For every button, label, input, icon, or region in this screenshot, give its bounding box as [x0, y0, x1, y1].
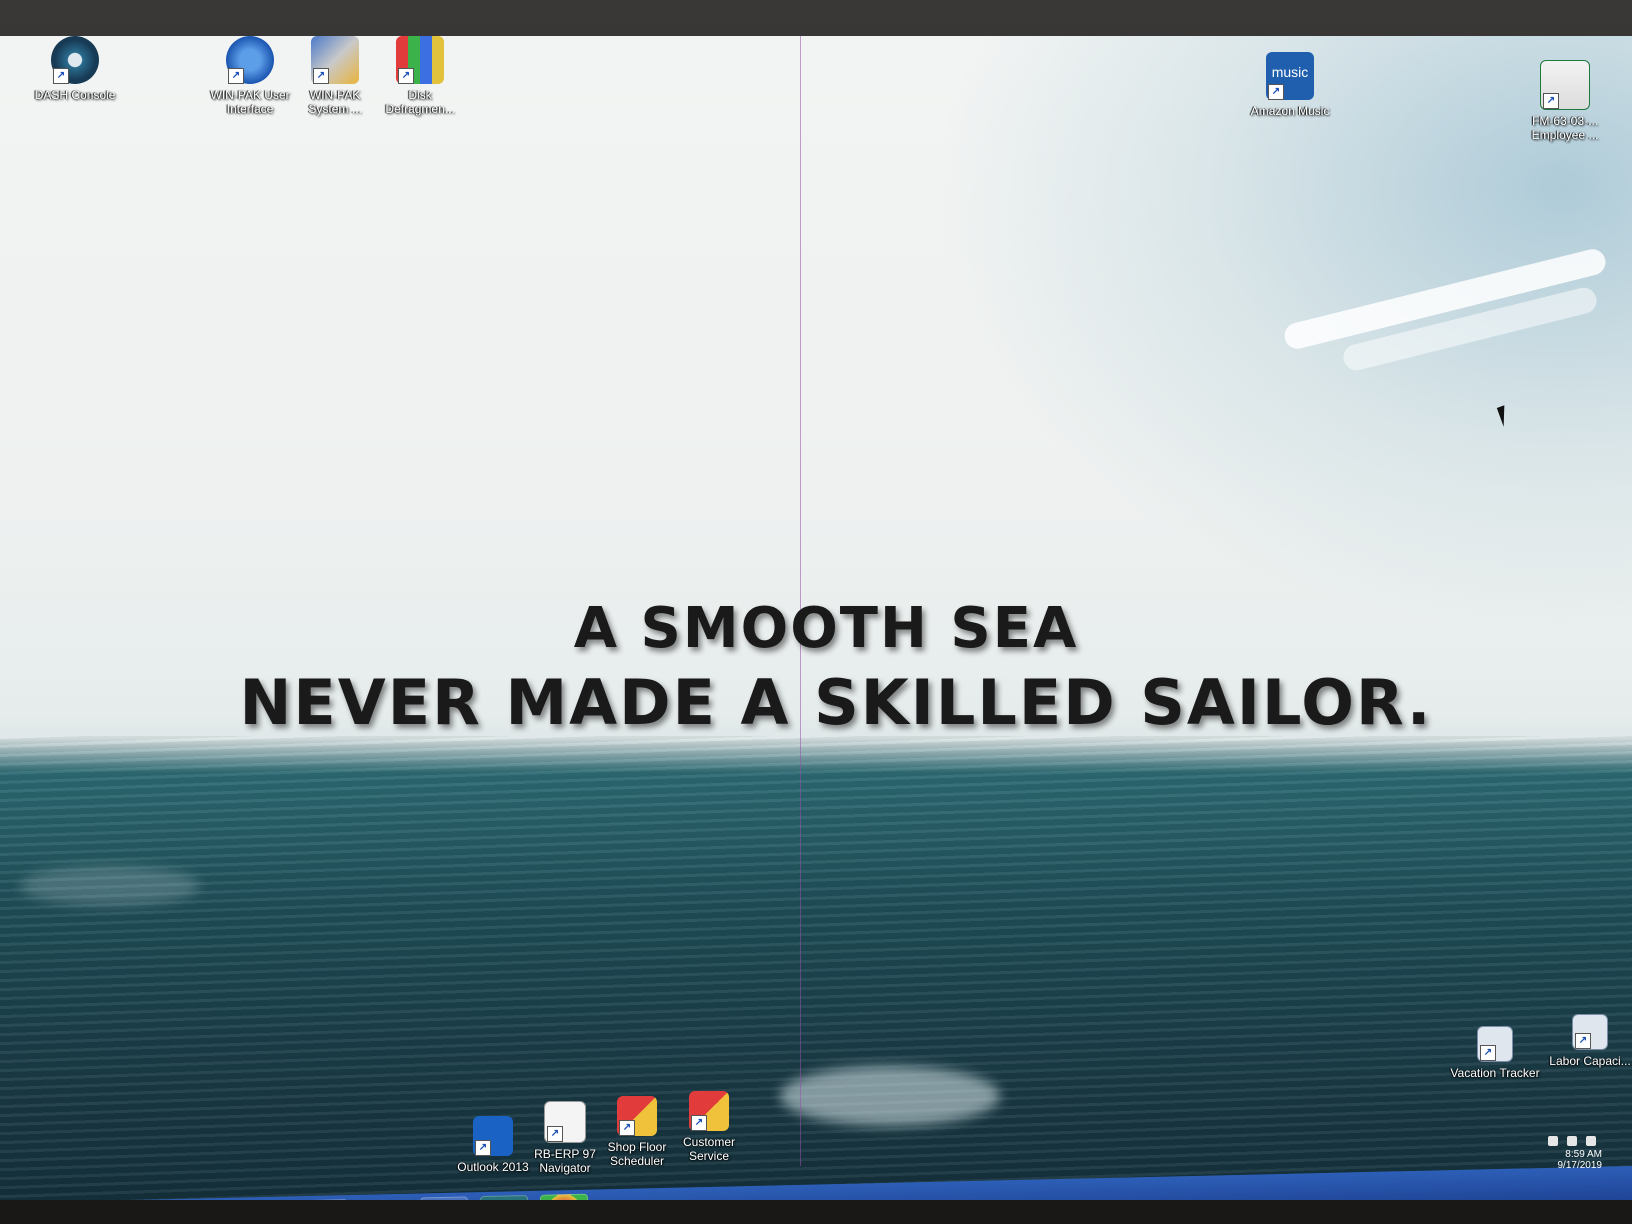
winpak-system-icon: ↗	[311, 36, 359, 84]
desktop-icon-winpak-ui[interactable]: ↗ WIN-PAK User Interface	[205, 36, 295, 116]
flag-icon[interactable]	[1567, 1136, 1578, 1146]
icon-label: Labor Capaci...	[1549, 1054, 1631, 1068]
shortcut-arrow-icon: ↗	[1480, 1045, 1496, 1061]
winpak-ui-icon: ↗	[226, 36, 274, 84]
icon-label: WIN-PAK System ...	[308, 88, 362, 116]
shortcut-arrow-icon: ↗	[53, 68, 69, 84]
clock-time[interactable]: 8:59 AM	[1548, 1149, 1602, 1160]
disk-defrag-icon: ↗	[396, 36, 444, 84]
dash-console-icon: ↗	[51, 36, 99, 84]
tray-icons	[1548, 1136, 1602, 1149]
monitor-bottom-bezel	[0, 1200, 1632, 1224]
foam	[780, 1066, 1000, 1126]
labor-capacity-icon: ↗	[1572, 1014, 1608, 1050]
icon-label: Vacation Tracker	[1450, 1066, 1540, 1080]
desktop-icon-vacation-tracker[interactable]: ↗ Vacation Tracker	[1450, 1026, 1540, 1080]
system-tray: 8:59 AM 9/17/2019	[1548, 1136, 1602, 1171]
amazon-music-badge: music	[1271, 64, 1309, 80]
icon-label: Amazon Music	[1250, 104, 1330, 118]
desktop-icon-dash-console[interactable]: ↗ DASH Console	[30, 36, 120, 102]
rb-erp-icon: ↗	[544, 1101, 586, 1143]
amazon-music-icon: music ↗	[1266, 52, 1314, 100]
icon-label: WIN-PAK User Interface	[210, 88, 290, 116]
volume-icon[interactable]	[1586, 1136, 1596, 1146]
desktop-icon-customer-service[interactable]: ↗ Customer Service	[664, 1091, 754, 1163]
shortcut-arrow-icon: ↗	[547, 1126, 563, 1142]
clock-date[interactable]: 9/17/2019	[1548, 1160, 1603, 1171]
network-icon[interactable]	[1548, 1136, 1559, 1146]
shortcut-arrow-icon: ↗	[619, 1120, 635, 1136]
shortcut-arrow-icon: ↗	[1543, 93, 1559, 109]
foam	[20, 866, 200, 906]
icon-label: Customer Service	[682, 1135, 735, 1163]
excel-file-icon: ↗	[1540, 60, 1590, 110]
sea-waves	[0, 736, 1632, 1206]
shortcut-arrow-icon: ↗	[475, 1140, 491, 1156]
vacation-tracker-icon: ↗	[1477, 1026, 1513, 1062]
shortcut-arrow-icon: ↗	[691, 1115, 707, 1131]
icon-label: FM-63-03-... Employee ...	[1531, 114, 1599, 142]
customer-service-icon: ↗	[689, 1091, 729, 1131]
icon-label: DASH Console	[34, 88, 116, 102]
shortcut-arrow-icon: ↗	[313, 68, 329, 84]
shortcut-arrow-icon: ↗	[1575, 1033, 1591, 1049]
icon-label: Disk Defragmen...	[385, 88, 455, 116]
desktop-icon-winpak-system[interactable]: ↗ WIN-PAK System ...	[290, 36, 380, 116]
desktop-icon-amazon-music[interactable]: music ↗ Amazon Music	[1245, 52, 1335, 118]
shortcut-arrow-icon: ↗	[1268, 84, 1284, 100]
shop-floor-icon: ↗	[617, 1096, 657, 1136]
outlook-icon: ↗	[473, 1116, 513, 1156]
shortcut-arrow-icon: ↗	[228, 68, 244, 84]
desktop-icon-disk-defrag[interactable]: ↗ Disk Defragmen...	[375, 36, 465, 116]
desktop-screen: A SMOOTH SEA NEVER MADE A SKILLED SAILOR…	[0, 36, 1632, 1206]
desktop-icon-labor-capacity[interactable]: ↗ Labor Capaci...	[1545, 1014, 1632, 1068]
desktop-icon-fm-employee[interactable]: ↗ FM-63-03-... Employee ...	[1520, 60, 1610, 142]
shortcut-arrow-icon: ↗	[398, 68, 414, 84]
wallpaper-quote-line1: A SMOOTH SEA	[573, 596, 1079, 661]
wallpaper-quote-line2: NEVER MADE A SKILLED SAILOR.	[239, 666, 1433, 739]
